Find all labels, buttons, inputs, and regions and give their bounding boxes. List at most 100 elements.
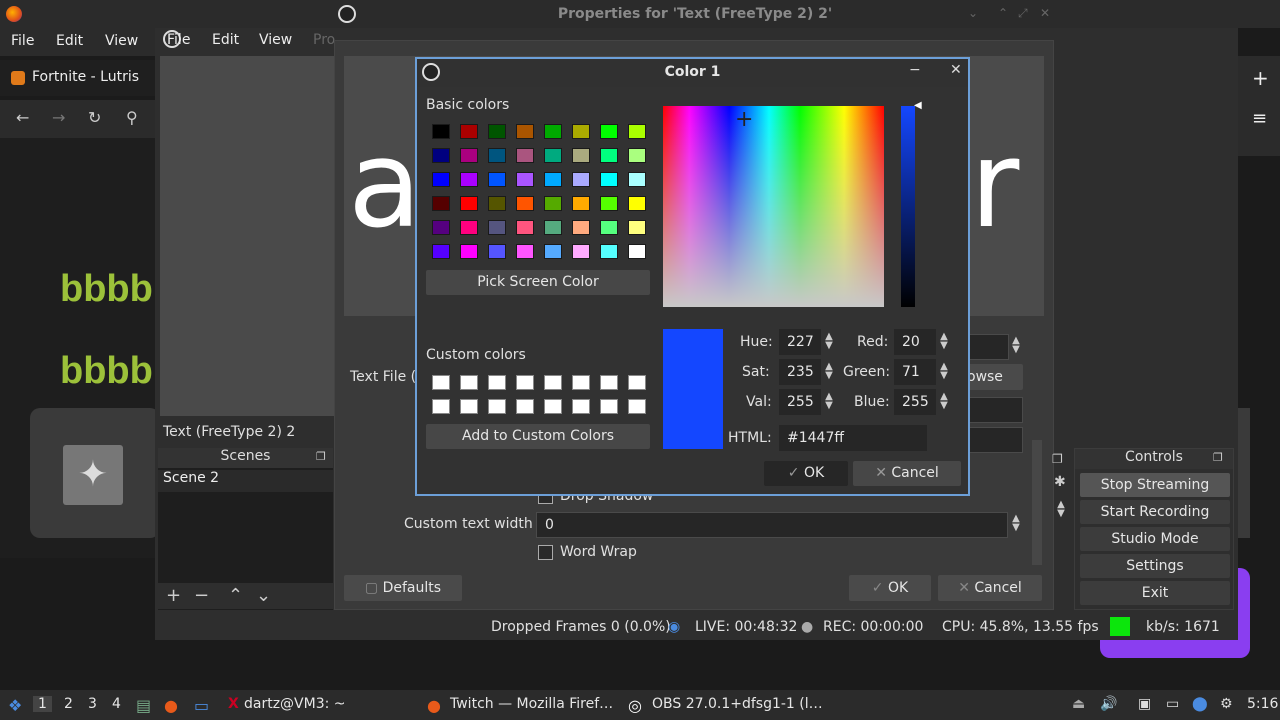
custom-color-swatch[interactable] [600, 399, 618, 414]
custom-color-swatch[interactable] [572, 399, 590, 414]
hamburger-menu-icon[interactable]: ≡ [1252, 108, 1267, 129]
basic-color-swatch[interactable] [488, 148, 506, 163]
menu-edit[interactable]: Edit [56, 33, 83, 49]
studio-mode-button[interactable]: Studio Mode [1080, 527, 1230, 551]
basic-color-swatch[interactable] [628, 220, 646, 235]
menu-profile[interactable]: Pro [313, 32, 335, 48]
custom-color-swatch[interactable] [544, 375, 562, 390]
workspace-2[interactable]: 2 [64, 696, 73, 712]
basic-color-swatch[interactable] [544, 244, 562, 259]
spin-arrows-icon[interactable]: ▲ ▼ [1054, 500, 1068, 519]
basic-color-swatch[interactable] [544, 124, 562, 139]
value-slider[interactable] [901, 106, 915, 307]
basic-color-swatch[interactable] [460, 244, 478, 259]
taskbar-obs[interactable]: OBS 27.0.1+dfsg1-1 (l… [652, 696, 823, 712]
basic-color-swatch[interactable] [600, 124, 618, 139]
html-input[interactable]: #1447ff [779, 425, 927, 451]
basic-color-swatch[interactable] [600, 148, 618, 163]
dock-float-icon[interactable]: ❐ [1052, 452, 1063, 466]
workspace-3[interactable]: 3 [88, 696, 97, 712]
basic-color-swatch[interactable] [572, 196, 590, 211]
browse-button[interactable]: owse [965, 364, 1023, 390]
search-icon[interactable]: ⚲ [126, 108, 138, 127]
workspace-4[interactable]: 4 [112, 696, 121, 712]
menu-view[interactable]: View [105, 33, 138, 49]
basic-color-swatch[interactable] [488, 124, 506, 139]
close-icon[interactable]: ✕ [1040, 6, 1050, 20]
stop-streaming-button[interactable]: Stop Streaming [1080, 473, 1230, 497]
clipboard-icon[interactable]: ▣ [1138, 696, 1151, 712]
network-icon[interactable]: ⚙ [1220, 696, 1233, 712]
move-down-icon[interactable]: ⌄ [256, 585, 271, 606]
basic-color-swatch[interactable] [516, 172, 534, 187]
basic-color-swatch[interactable] [600, 220, 618, 235]
text-file-field[interactable] [965, 334, 1009, 360]
app-menu-icon[interactable]: ❖ [8, 696, 22, 715]
desktop-icon[interactable]: ▭ [194, 696, 209, 715]
spin-arrows-icon[interactable]: ▲ ▼ [822, 392, 836, 411]
maximize-icon[interactable]: ⤢ [1018, 6, 1028, 21]
sat-input[interactable]: 235 [779, 359, 821, 385]
dock-float-icon[interactable]: ❐ [316, 450, 326, 463]
basic-color-swatch[interactable] [488, 244, 506, 259]
firefox-icon[interactable]: ● [164, 696, 178, 715]
word-wrap-checkbox[interactable] [538, 545, 553, 560]
browser-tab[interactable]: Fortnite - Lutris [0, 60, 160, 96]
taskbar-terminal[interactable]: dartz@VM3: ~ [244, 696, 346, 712]
spin-arrows-icon[interactable]: ▲ ▼ [1009, 336, 1023, 355]
basic-color-swatch[interactable] [544, 196, 562, 211]
display-icon[interactable]: ▭ [1166, 696, 1179, 712]
red-input[interactable]: 20 [894, 329, 936, 355]
update-icon[interactable]: ⬤ [1192, 696, 1208, 712]
property-field[interactable] [965, 427, 1023, 453]
basic-color-swatch[interactable] [600, 172, 618, 187]
basic-color-swatch[interactable] [432, 124, 450, 139]
reload-icon[interactable]: ↻ [88, 108, 101, 127]
custom-width-input[interactable]: 0 [536, 512, 1008, 538]
basic-color-swatch[interactable] [516, 148, 534, 163]
basic-color-swatch[interactable] [600, 244, 618, 259]
basic-color-swatch[interactable] [600, 196, 618, 211]
game-card[interactable]: ✦ [30, 408, 160, 538]
minimize-icon[interactable]: − [909, 62, 921, 78]
start-recording-button[interactable]: Start Recording [1080, 500, 1230, 524]
obs-preview[interactable] [160, 56, 340, 416]
basic-color-swatch[interactable] [460, 196, 478, 211]
new-tab-icon[interactable]: + [1252, 66, 1269, 90]
remove-scene-icon[interactable]: − [194, 585, 209, 606]
custom-color-swatch[interactable] [488, 399, 506, 414]
menu-file[interactable]: File [11, 33, 34, 49]
menu-file[interactable]: File [167, 32, 190, 48]
basic-color-swatch[interactable] [516, 196, 534, 211]
add-scene-icon[interactable]: + [166, 585, 181, 606]
basic-color-swatch[interactable] [516, 220, 534, 235]
slider-arrow-icon[interactable]: ◀ [914, 100, 922, 111]
custom-color-swatch[interactable] [516, 375, 534, 390]
custom-color-swatch[interactable] [432, 399, 450, 414]
custom-color-swatch[interactable] [544, 399, 562, 414]
custom-color-swatch[interactable] [460, 375, 478, 390]
volume-icon[interactable]: 🔊 [1100, 696, 1117, 712]
move-up-icon[interactable]: ⌃ [228, 585, 243, 606]
green-input[interactable]: 71 [894, 359, 936, 385]
add-to-custom-colors-button[interactable]: Add to Custom Colors [426, 424, 650, 449]
exit-button[interactable]: Exit [1080, 581, 1230, 605]
spin-arrows-icon[interactable]: ▲ ▼ [937, 332, 951, 351]
custom-color-swatch[interactable] [460, 399, 478, 414]
basic-color-swatch[interactable] [488, 220, 506, 235]
custom-color-swatch[interactable] [628, 375, 646, 390]
spin-arrows-icon[interactable]: ▲ ▼ [1009, 514, 1023, 533]
blue-input[interactable]: 255 [894, 389, 936, 415]
val-input[interactable]: 255 [779, 389, 821, 415]
custom-color-swatch[interactable] [488, 375, 506, 390]
shade-icon[interactable]: ⌃ [998, 6, 1008, 20]
basic-color-swatch[interactable] [628, 172, 646, 187]
workspace-1[interactable]: 1 [33, 696, 52, 712]
spin-arrows-icon[interactable]: ▲ ▼ [822, 362, 836, 381]
settings-button[interactable]: Settings [1080, 554, 1230, 578]
gear-icon[interactable]: ✱ [1054, 474, 1066, 490]
defaults-button[interactable]: ▢ Defaults [344, 575, 462, 601]
basic-color-swatch[interactable] [460, 148, 478, 163]
basic-color-swatch[interactable] [572, 244, 590, 259]
custom-color-swatch[interactable] [432, 375, 450, 390]
